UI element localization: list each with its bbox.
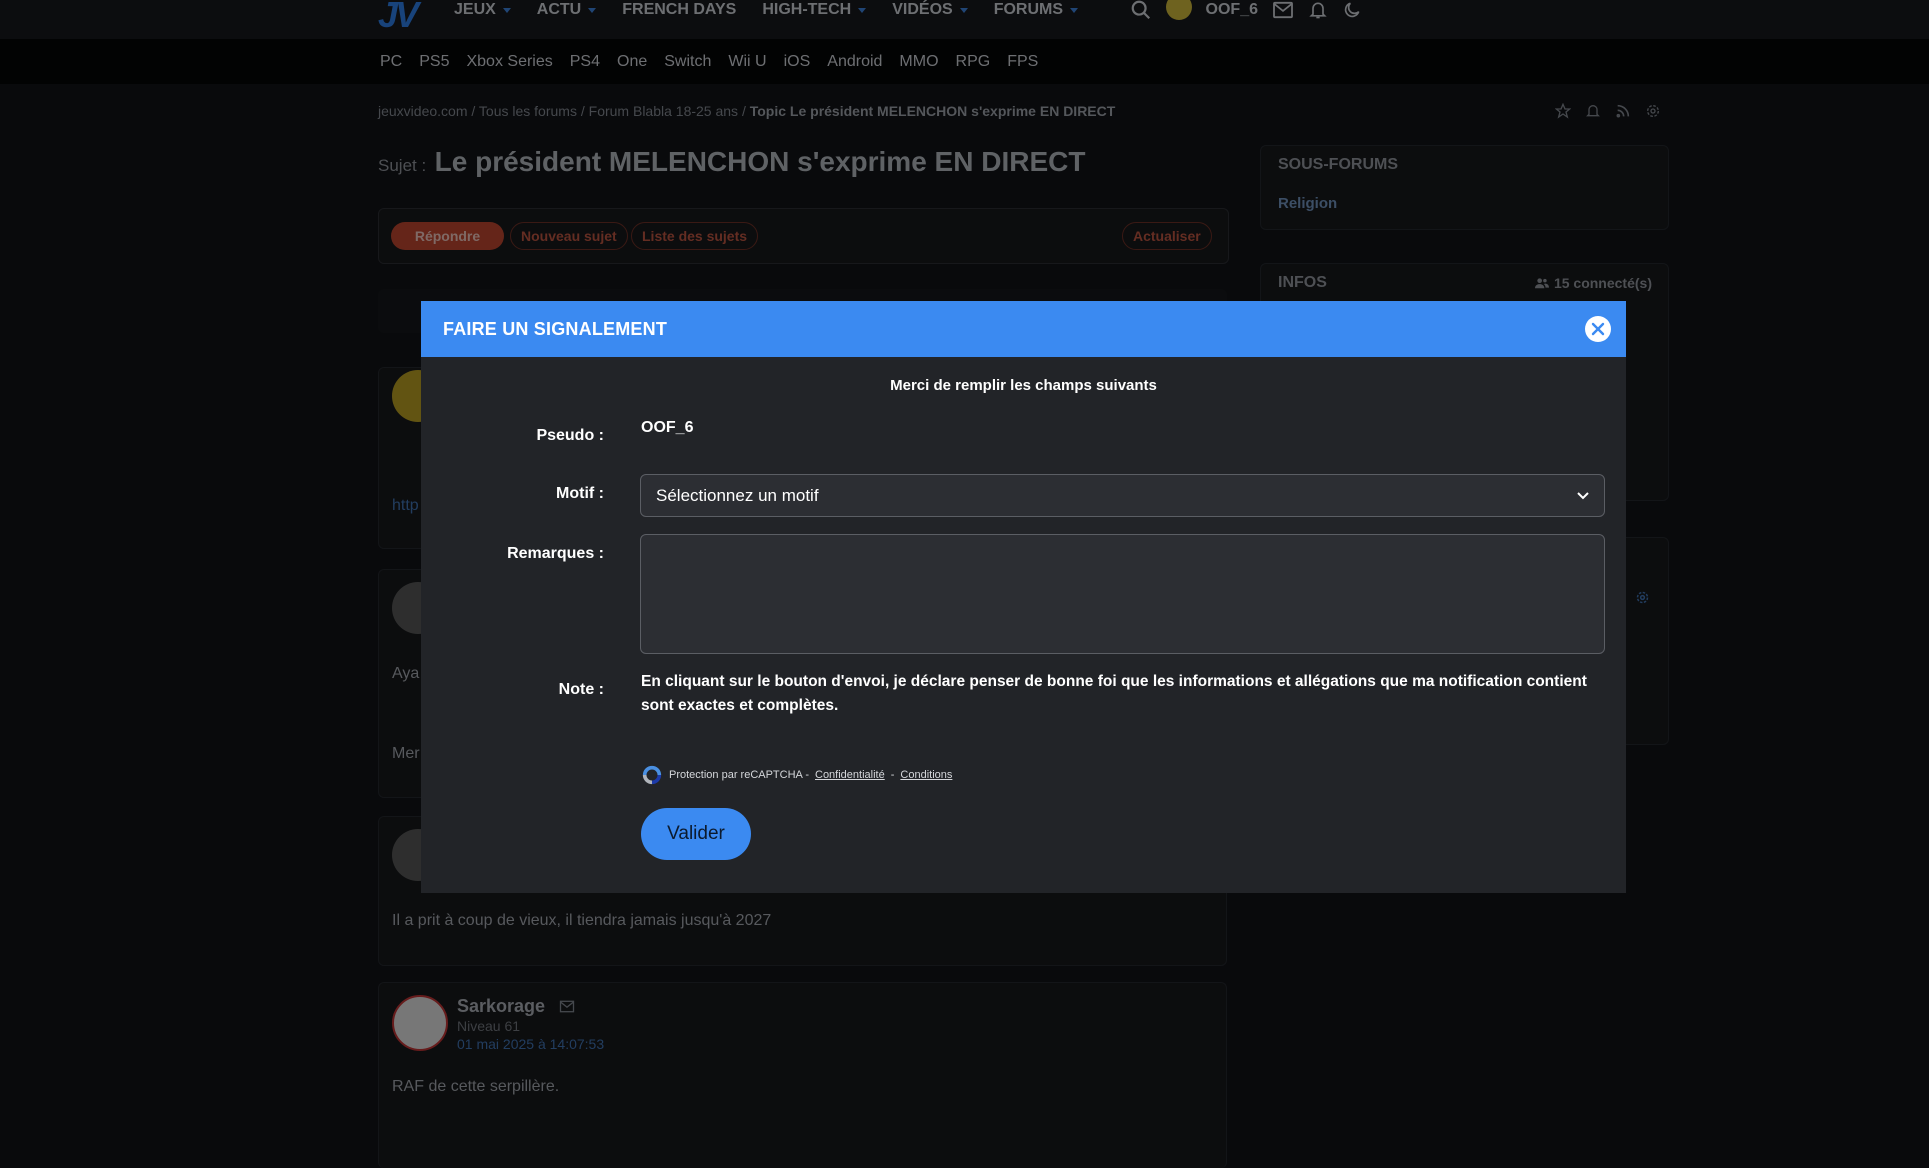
- recaptcha-notice: Protection par reCAPTCHA - Confidentiali…: [641, 764, 952, 786]
- privacy-link[interactable]: Confidentialité: [815, 769, 885, 781]
- note-label: Note :: [558, 681, 604, 698]
- recaptcha-text: Protection par reCAPTCHA -: [669, 769, 809, 781]
- modal-title: FAIRE UN SIGNALEMENT: [443, 319, 668, 339]
- pseudo-label: Pseudo :: [536, 427, 604, 444]
- chevron-down-icon: [1577, 492, 1589, 500]
- motif-select[interactable]: Sélectionnez un motif: [640, 474, 1605, 517]
- modal-header: FAIRE UN SIGNALEMENT: [421, 301, 1626, 357]
- motif-selected-value: Sélectionnez un motif: [656, 486, 819, 505]
- recaptcha-icon: [642, 765, 662, 785]
- motif-label: Motif :: [556, 485, 604, 502]
- pseudo-value: OOF_6: [641, 419, 694, 436]
- note-text: En cliquant sur le bouton d'envoi, je dé…: [641, 673, 1587, 714]
- recaptcha-separator: -: [890, 769, 895, 781]
- modal-intro: Merci de remplir les champs suivants: [890, 377, 1157, 394]
- remarks-label: Remarques :: [507, 545, 604, 562]
- submit-button[interactable]: Valider: [641, 808, 751, 860]
- close-icon: [1591, 322, 1605, 336]
- terms-link[interactable]: Conditions: [900, 769, 952, 781]
- report-modal: FAIRE UN SIGNALEMENT Merci de remplir le…: [421, 301, 1626, 893]
- remarks-textarea[interactable]: [640, 534, 1605, 654]
- close-button[interactable]: [1585, 316, 1611, 342]
